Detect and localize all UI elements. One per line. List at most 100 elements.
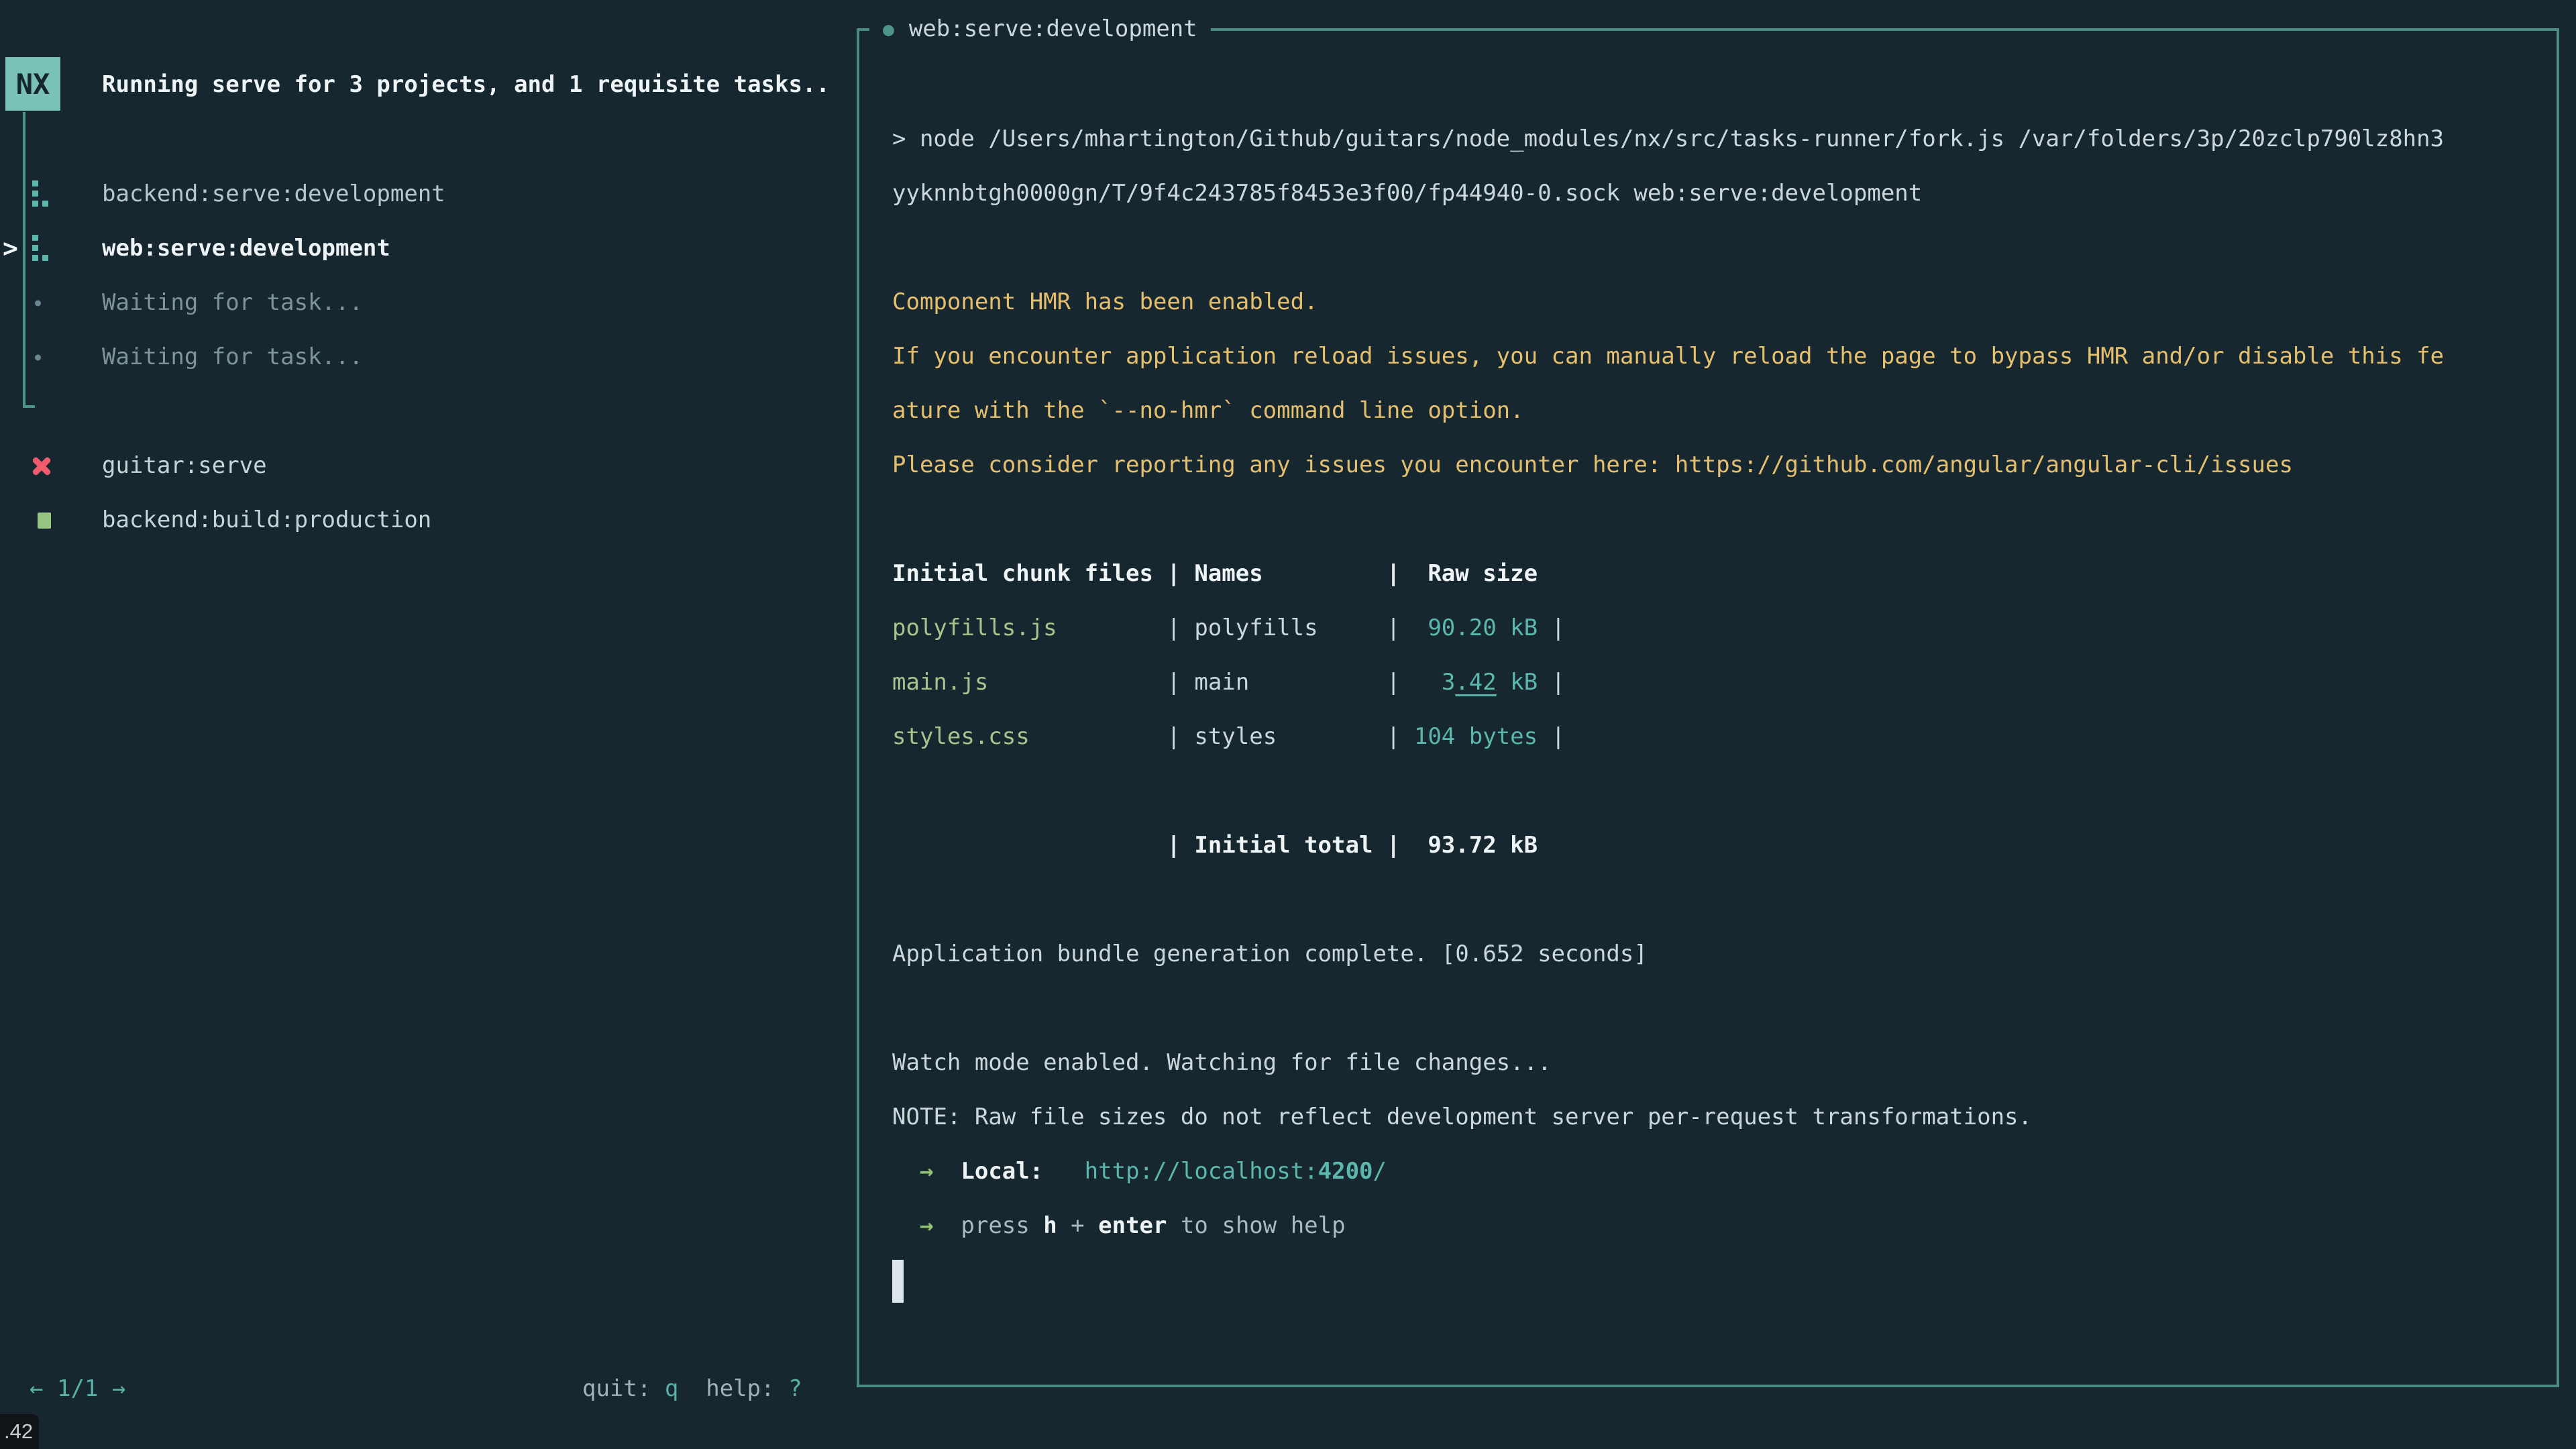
localhost-link-slash[interactable]: / — [1373, 1158, 1387, 1185]
terminal-text-segment: | — [1538, 723, 1565, 750]
terminal-text-segment: Application bundle generation complete. … — [892, 941, 1648, 967]
pager-current — [43, 1375, 56, 1402]
pager-prev-icon[interactable]: ← — [30, 1375, 43, 1402]
terminal-text-segment: | polyfills | — [1057, 614, 1428, 641]
terminal-text-segment: + — [1057, 1212, 1098, 1239]
terminal-line: Application bundle generation complete. … — [892, 927, 2542, 981]
terminal-text-segment: | — [1538, 614, 1565, 641]
run-summary-title: Running serve for 3 projects, and 1 requ… — [102, 58, 830, 111]
terminal-text-segment: 104 bytes — [1414, 723, 1538, 750]
task-row[interactable]: backend:serve:development — [0, 167, 857, 221]
localhost-link[interactable]: http://localhost: — [1085, 1158, 1318, 1185]
terminal-line — [892, 981, 2542, 1036]
terminal-text-segment: h — [1043, 1212, 1057, 1239]
nx-logo: NX — [5, 57, 60, 111]
task-row[interactable]: > web:serve:development — [0, 221, 857, 276]
localhost-link-port[interactable]: 4200 — [1318, 1158, 1373, 1185]
keyhints: quit: q help: ? — [582, 1366, 802, 1411]
pager: ← 1/1 → — [30, 1366, 125, 1411]
terminal-line: styles.css | styles | 104 bytes | — [892, 710, 2542, 764]
panel-title-label: web:serve:development — [909, 15, 1197, 42]
task-row[interactable]: Waiting for task... — [0, 330, 857, 384]
overlay-badge: .42 — [0, 1414, 39, 1449]
terminal-line: > node /Users/mhartington/Github/guitars… — [892, 112, 2542, 166]
task-sidebar: NX Running serve for 3 projects, and 1 r… — [0, 0, 857, 1449]
help-key: ? — [788, 1375, 802, 1402]
terminal-line: yyknnbtgh0000gn/T/9f4c243785f8453e3f00/f… — [892, 166, 2542, 221]
terminal-text-segment — [892, 1158, 920, 1185]
task-row[interactable]: guitar:serve — [0, 439, 857, 493]
dot-icon — [35, 300, 41, 306]
terminal-text-segment — [933, 1212, 961, 1239]
terminal-text-segment: NOTE: Raw file sizes do not reflect deve… — [892, 1104, 2032, 1130]
help-label: help: — [678, 1375, 788, 1402]
terminal-line — [892, 1253, 2542, 1307]
terminal-line: ature with the `--no-hmr` command line o… — [892, 384, 2542, 438]
terminal-line — [892, 873, 2542, 927]
terminal-text-segment: | — [1538, 669, 1565, 696]
terminal-line — [892, 764, 2542, 818]
terminal-line: NOTE: Raw file sizes do not reflect deve… — [892, 1090, 2542, 1144]
terminal-output: > node /Users/mhartington/Github/guitars… — [892, 112, 2542, 1307]
cursor — [892, 1260, 904, 1303]
task-label: backend:build:production — [102, 493, 431, 547]
terminal-text-segment: 90.20 kB — [1428, 614, 1538, 641]
terminal-line: → press h + enter to show help — [892, 1199, 2542, 1253]
task-row[interactable]: Waiting for task... — [0, 276, 857, 330]
terminal-line: main.js | main | 3.42 kB | — [892, 655, 2542, 710]
terminal-text-segment: kB — [1497, 669, 1538, 696]
terminal-text-segment: yyknnbtgh0000gn/T/9f4c243785f8453e3f00/f… — [892, 180, 1922, 207]
terminal-text-segment: polyfills.js — [892, 614, 1057, 641]
terminal-text-segment: Component HMR has been enabled. — [892, 288, 1318, 315]
terminal-line: | Initial total | 93.72 kB — [892, 818, 2542, 873]
terminal-text-segment: styles.css — [892, 723, 1030, 750]
task-label: web:serve:development — [102, 221, 390, 276]
terminal-text-segment: Watch mode enabled. Watching for file ch… — [892, 1049, 1552, 1076]
panel-title: ● web:serve:development — [869, 13, 1211, 44]
terminal-text-segment: | Initial total | 93.72 kB — [892, 832, 1538, 859]
task-label: Waiting for task... — [102, 276, 363, 330]
terminal-line: → Local: http://localhost:4200/ — [892, 1144, 2542, 1199]
terminal-text-segment: | main | — [988, 669, 1442, 696]
terminal-line — [892, 221, 2542, 275]
quit-label: quit: — [582, 1375, 665, 1402]
terminal-text-segment: enter — [1098, 1212, 1167, 1239]
terminal-text-segment: | styles | — [1030, 723, 1414, 750]
terminal-text-segment: Please consider reporting any issues you… — [892, 451, 2293, 478]
task-gap — [0, 384, 857, 439]
terminal-text-segment — [1043, 1158, 1084, 1185]
terminal-text-segment: Initial chunk files | Names | Raw size — [892, 560, 1538, 587]
arrow-right-icon: → — [920, 1212, 933, 1239]
square-icon — [38, 513, 51, 529]
terminal-line: Component HMR has been enabled. — [892, 275, 2542, 329]
terminal-text-segment: main.js — [892, 669, 988, 696]
terminal-text-segment — [892, 1212, 920, 1239]
terminal-line: polyfills.js | polyfills | 90.20 kB | — [892, 601, 2542, 655]
terminal-text-segment: 3 — [1442, 669, 1455, 696]
pager-spacer — [98, 1375, 111, 1402]
spinner-icon — [32, 180, 38, 186]
arrow-right-icon: → — [920, 1158, 933, 1185]
dot-icon — [35, 354, 41, 360]
terminal-text-segment: > node /Users/mhartington/Github/guitars… — [892, 125, 2444, 152]
pager-next-icon[interactable]: → — [112, 1375, 125, 1402]
task-label: guitar:serve — [102, 439, 267, 493]
terminal-line: Watch mode enabled. Watching for file ch… — [892, 1036, 2542, 1090]
terminal-text-segment: ature with the `--no-hmr` command line o… — [892, 397, 1524, 424]
quit-key: q — [665, 1375, 678, 1402]
terminal-text-segment: If you encounter application reload issu… — [892, 343, 2444, 370]
terminal-line: Please consider reporting any issues you… — [892, 438, 2542, 492]
cross-icon — [31, 455, 52, 477]
task-label: backend:serve:development — [102, 167, 445, 221]
task-row[interactable]: backend:build:production — [0, 493, 857, 547]
terminal-line: Initial chunk files | Names | Raw size — [892, 547, 2542, 601]
selected-arrow-icon: > — [3, 221, 18, 276]
terminal-text-segment: Local: — [961, 1158, 1043, 1185]
spinner-icon — [32, 235, 38, 241]
terminal-text-segment: .42 — [1455, 669, 1496, 696]
terminal-text-segment: press — [961, 1212, 1043, 1239]
task-list: backend:serve:development > web:serve:deve… — [0, 167, 857, 547]
terminal-line: If you encounter application reload issu… — [892, 329, 2542, 384]
task-label: Waiting for task... — [102, 330, 363, 384]
pager-page-label: 1/1 — [57, 1375, 98, 1402]
